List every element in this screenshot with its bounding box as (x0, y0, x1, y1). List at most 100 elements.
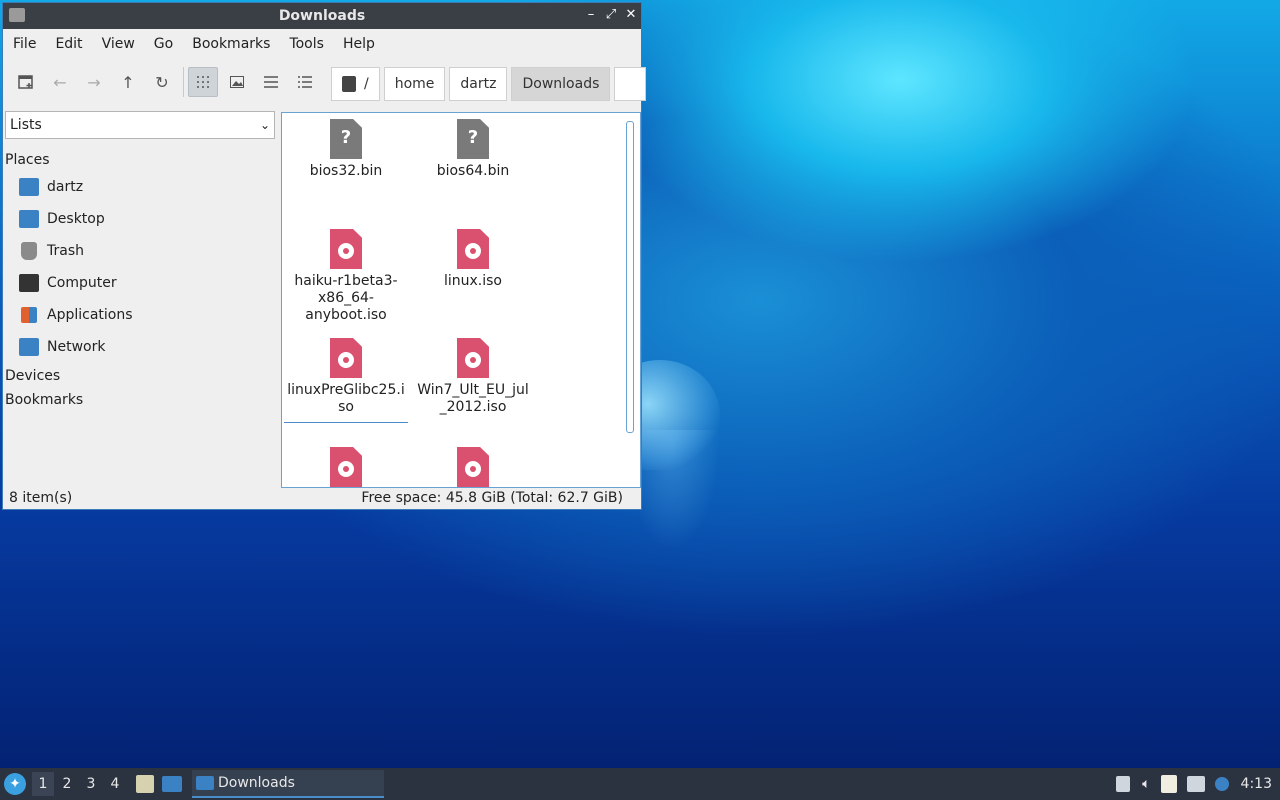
file-item[interactable]: linuxPreGlibc25.i so (284, 332, 408, 423)
file-name: bios32.bin (309, 163, 383, 179)
menu-edit[interactable]: Edit (47, 36, 90, 52)
file-item[interactable]: haiku-r1beta3- x86_64- anyboot.iso (284, 223, 408, 324)
disc-image-icon (330, 447, 362, 487)
devices-heading[interactable]: Devices (5, 365, 277, 387)
menu-bookmarks[interactable]: Bookmarks (184, 36, 278, 52)
side-pane-mode-select[interactable]: Lists ⌄ (5, 111, 275, 139)
unknown-file-icon: ? (457, 119, 489, 159)
chevron-down-icon: ⌄ (259, 118, 270, 132)
start-menu-button[interactable]: ✦ (4, 773, 26, 795)
file-item[interactable]: ? bios64.bin (411, 113, 535, 180)
trash-icon (21, 242, 37, 260)
task-label: Downloads (218, 775, 295, 791)
forward-icon[interactable]: → (79, 67, 109, 97)
detailed-list-view-icon[interactable] (290, 67, 320, 97)
file-item[interactable] (411, 441, 535, 487)
computer-icon (19, 274, 39, 292)
sidebar-item-network[interactable]: Network (5, 331, 277, 363)
minimize-button[interactable]: – (583, 7, 599, 23)
breadcrumb-home[interactable]: home (383, 67, 446, 101)
sidebar-item-label: dartz (47, 179, 84, 195)
file-item[interactable] (284, 441, 408, 487)
side-pane: Lists ⌄ Places dartz Desktop Trash Compu… (5, 111, 277, 487)
vertical-scrollbar[interactable] (626, 121, 634, 433)
clock[interactable]: 4:13 (1241, 776, 1272, 792)
task-downloads[interactable]: Downloads (192, 770, 384, 798)
statusbar: 8 item(s) Free space: 45.8 GiB (Total: 6… (3, 487, 641, 509)
window-title: Downloads (278, 8, 366, 24)
free-space: Free space: 45.8 GiB (Total: 62.7 GiB) (361, 490, 623, 506)
taskbar: ✦ 1 2 3 4 Downloads 🔈︎ 4:13 (0, 768, 1280, 800)
compact-view-icon[interactable] (256, 67, 286, 97)
home-folder-icon (19, 178, 39, 196)
breadcrumb-root-label: / (364, 76, 369, 92)
drive-icon (342, 76, 356, 92)
menu-tools[interactable]: Tools (281, 36, 332, 52)
file-item[interactable]: Win7_Ult_EU_jul _2012.iso (411, 332, 535, 416)
sidebar-item-trash[interactable]: Trash (5, 235, 277, 267)
disc-image-icon (457, 447, 489, 487)
show-desktop-icon[interactable] (162, 776, 182, 792)
sidebar-item-label: Trash (47, 243, 84, 259)
file-item[interactable]: ? bios32.bin (284, 113, 408, 180)
clipboard-icon[interactable] (1160, 775, 1177, 793)
workspace-1[interactable]: 1 (32, 772, 54, 796)
sidebar-item-label: Desktop (47, 211, 105, 227)
system-tray: 🔈︎ 4:13 (1106, 768, 1272, 800)
network-icon (19, 338, 39, 356)
folder-icon (196, 776, 214, 790)
workspace-3[interactable]: 3 (80, 772, 102, 796)
notification-icon[interactable] (1214, 777, 1229, 791)
disc-image-icon (330, 229, 362, 269)
volume-icon[interactable]: 🔈︎ (1142, 776, 1150, 792)
network-status-icon[interactable] (1186, 776, 1205, 792)
item-count: 8 item(s) (9, 490, 73, 506)
side-pane-mode-label: Lists (10, 117, 42, 133)
file-name: Win7_Ult_EU_jul _2012.iso (417, 382, 529, 415)
maximize-button[interactable]: ⤢ (603, 7, 619, 23)
breadcrumb-empty-area[interactable] (614, 67, 647, 101)
breadcrumb-dartz[interactable]: dartz (449, 67, 508, 101)
breadcrumb: / home dartz Downloads (331, 67, 647, 101)
file-manager-launcher-icon[interactable] (136, 775, 154, 793)
sidebar-item-computer[interactable]: Computer (5, 267, 277, 299)
breadcrumb-downloads[interactable]: Downloads (511, 67, 611, 101)
sidebar-item-desktop[interactable]: Desktop (5, 203, 277, 235)
sidebar-item-label: Computer (47, 275, 117, 291)
file-view[interactable]: ? bios32.bin ? bios64.bin haiku-r1beta3-… (281, 112, 641, 488)
workspace-2[interactable]: 2 (56, 772, 78, 796)
reload-icon[interactable]: ↻ (147, 67, 177, 97)
up-icon[interactable]: ↑ (113, 67, 143, 97)
new-tab-icon[interactable] (11, 67, 41, 97)
back-icon[interactable]: ← (45, 67, 75, 97)
menu-view[interactable]: View (94, 36, 143, 52)
applications-icon (21, 307, 37, 323)
places-heading[interactable]: Places (5, 149, 277, 171)
menu-go[interactable]: Go (146, 36, 181, 52)
breadcrumb-root[interactable]: / (331, 67, 380, 101)
disc-image-icon (457, 229, 489, 269)
thumbnail-view-icon[interactable] (222, 67, 252, 97)
menu-help[interactable]: Help (335, 36, 383, 52)
titlebar[interactable]: Downloads – ⤢ ✕ (3, 3, 641, 29)
wallpaper-jellyfish-tail (640, 430, 720, 550)
workspace-4[interactable]: 4 (104, 772, 126, 796)
eject-icon[interactable] (1116, 776, 1131, 792)
disc-image-icon (457, 338, 489, 378)
bookmarks-heading[interactable]: Bookmarks (5, 389, 277, 411)
file-manager-window: Downloads – ⤢ ✕ File Edit View Go Bookma… (2, 2, 647, 510)
sidebar-item-dartz[interactable]: dartz (5, 171, 277, 203)
desktop-icon (19, 210, 39, 228)
file-name: haiku-r1beta3- x86_64- anyboot.iso (294, 273, 398, 323)
menu-file[interactable]: File (5, 36, 44, 52)
sidebar-item-label: Network (47, 339, 106, 355)
file-item[interactable]: linux.iso (411, 223, 535, 290)
disc-image-icon (330, 338, 362, 378)
icon-view-icon[interactable] (188, 67, 218, 97)
close-button[interactable]: ✕ (623, 7, 639, 23)
sidebar-item-applications[interactable]: Applications (5, 299, 277, 331)
file-name: linux.iso (443, 273, 502, 289)
toolbar-separator (183, 67, 184, 97)
unknown-file-icon: ? (330, 119, 362, 159)
sidebar-item-label: Applications (47, 307, 133, 323)
